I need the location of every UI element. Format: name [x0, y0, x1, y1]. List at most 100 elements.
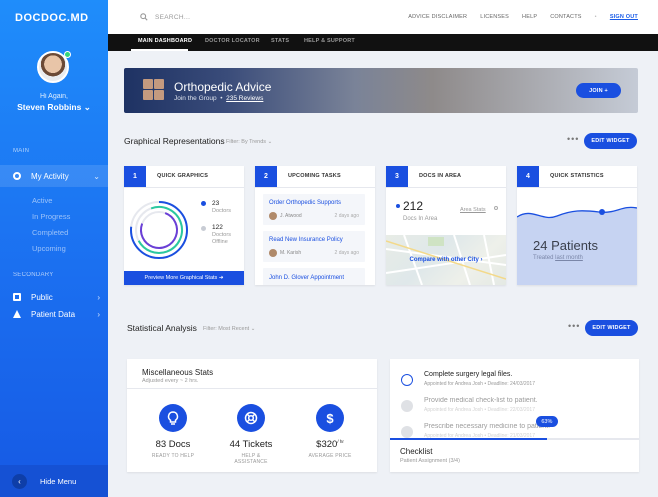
- last-month-link[interactable]: last month: [555, 255, 583, 261]
- chevron-down-icon: ⌄: [83, 102, 91, 112]
- link-contacts[interactable]: CONTACTS: [550, 14, 581, 20]
- nav-sub-active[interactable]: Active: [32, 196, 52, 205]
- offline-label-1: Doctors: [212, 232, 231, 238]
- quick-graphics-card: 1 QUICK GRAPHICS 23 Doctors 122 Doctors …: [124, 166, 244, 285]
- docs-label: Docs In Area: [403, 216, 438, 222]
- preview-stats-button[interactable]: Preview More Graphical Stats ➜: [124, 271, 244, 285]
- more-options-icon[interactable]: •••: [568, 321, 580, 331]
- arrow-right-icon: ➜: [218, 275, 224, 281]
- stat-value: 44 Tickets: [229, 439, 273, 450]
- task-item[interactable]: Order Orthopedic Supports J. Atwood 2 da…: [263, 194, 365, 225]
- card-number: 1: [124, 166, 146, 187]
- nav-sub-in-progress[interactable]: In Progress: [32, 212, 70, 221]
- card-number: 2: [255, 166, 277, 187]
- treated-prefix: Treated: [533, 255, 554, 261]
- dollar-icon: $: [316, 404, 344, 432]
- graphical-filter-dropdown[interactable]: Filter: By Trends ⌄: [226, 139, 272, 145]
- card-number: 3: [386, 166, 408, 187]
- task-assignee: J. Atwood: [280, 213, 302, 219]
- divider: [127, 388, 377, 389]
- compare-label: Compare with other City: [409, 257, 479, 263]
- patients-count: 24 Patients: [533, 238, 599, 253]
- chevron-left-icon: ‹: [12, 473, 27, 489]
- compare-city-link[interactable]: Compare with other City ›: [386, 257, 506, 263]
- divider: [124, 187, 244, 188]
- hide-menu-button[interactable]: ‹ Hide Menu: [0, 465, 108, 497]
- section-label-secondary: SECONDARY: [13, 272, 54, 278]
- legend-dot-offline: [201, 226, 206, 231]
- checklist-item[interactable]: Prescribe necessary medicine to patient.…: [390, 411, 639, 439]
- nav-label: Public: [31, 292, 53, 302]
- group-avatars: [143, 79, 165, 100]
- online-status-dot: [64, 51, 71, 58]
- edit-widget-button[interactable]: EDIT WIDGET: [584, 133, 637, 149]
- task-assignee: M. Karish: [280, 250, 302, 256]
- nav-label: Patient Data: [31, 309, 76, 319]
- card-number: 4: [517, 166, 539, 187]
- chevron-down-icon: ⌄: [267, 139, 273, 145]
- tab-stats[interactable]: STATS: [271, 38, 289, 44]
- nav-patient-data[interactable]: Patient Data ›: [0, 303, 108, 325]
- area-map[interactable]: Compare with other City ›: [386, 235, 506, 285]
- reviews-link[interactable]: 235 Reviews: [226, 95, 263, 102]
- separator-dot: •: [594, 14, 597, 20]
- price-unit: / hr: [337, 439, 344, 444]
- misc-subtitle: Adjusted every ~ 2 hrs.: [142, 378, 199, 384]
- task-item[interactable]: Read New Insurance Policy M. Karish 2 da…: [263, 231, 365, 262]
- divider: [386, 187, 506, 188]
- checkmark-icon[interactable]: [401, 426, 413, 438]
- greeting-text: Hi Again,: [39, 93, 69, 100]
- assignee-avatar: [269, 249, 277, 257]
- checklist-card: Complete surgery legal files. Appointed …: [390, 359, 639, 472]
- stat-value: 83 Docs: [155, 439, 191, 450]
- link-licenses[interactable]: LICENSES: [480, 14, 509, 20]
- triangle-icon: [13, 310, 21, 318]
- item-text: Provide medical check-list to patient.: [424, 397, 538, 404]
- doctors-label: Doctors: [212, 208, 231, 214]
- section-title-graphical: Graphical Representations: [124, 136, 225, 146]
- tab-main-dashboard[interactable]: MAIN DASHBOARD: [138, 38, 192, 44]
- task-item[interactable]: John D. Glover Appointment: [263, 268, 365, 285]
- top-bar: SEARCH... ADVICE DISCLAIMER LICENSES HEL…: [108, 0, 658, 34]
- link-help[interactable]: HELP: [522, 14, 537, 20]
- tab-doctor-locator[interactable]: DOCTOR LOCATOR: [205, 38, 260, 44]
- checkbox-icon[interactable]: [401, 374, 413, 386]
- nav-my-activity[interactable]: My Activity ⌄: [0, 165, 108, 187]
- treated-text: Treated last month: [533, 255, 583, 261]
- link-advice-disclaimer[interactable]: ADVICE DISCLAIMER: [408, 14, 467, 20]
- tab-help-support[interactable]: HELP & SUPPORT: [304, 38, 355, 44]
- user-name-dropdown[interactable]: Steven Robbins ⌄: [0, 102, 108, 113]
- sign-out-link[interactable]: SIGN OUT: [610, 14, 638, 20]
- item-text: Complete surgery legal files.: [424, 371, 513, 378]
- progress-badge: 63%: [535, 416, 558, 427]
- lifebuoy-icon: [237, 404, 265, 432]
- divider: [255, 187, 375, 188]
- more-options-icon[interactable]: •••: [567, 134, 579, 144]
- checklist-item[interactable]: Complete surgery legal files. Appointed …: [390, 359, 639, 389]
- nav-sub-upcoming[interactable]: Upcoming: [32, 244, 66, 253]
- doctors-count: 23: [212, 200, 220, 207]
- info-icon[interactable]: [494, 206, 498, 210]
- preview-stats-label: Preview More Graphical Stats: [144, 275, 218, 281]
- join-group-text: Join the Group: [174, 95, 217, 102]
- app-logo[interactable]: DOCDOC.MD: [15, 12, 89, 24]
- statistical-filter-dropdown[interactable]: Filter: Most Recent ⌄: [203, 326, 255, 332]
- divider: [517, 187, 637, 188]
- search-input[interactable]: SEARCH...: [140, 13, 190, 21]
- search-icon: [140, 13, 148, 21]
- item-text: Prescribe necessary medicine to patient.: [424, 423, 551, 430]
- hide-menu-label: Hide Menu: [40, 476, 77, 486]
- card-title: UPCOMING TASKS: [288, 173, 341, 179]
- doctors-ring-chart: [130, 201, 188, 259]
- checklist-subtitle: Patient Assignment (3/4): [400, 458, 460, 464]
- nav-sub-completed[interactable]: Completed: [32, 228, 68, 237]
- card-title: QUICK GRAPHICS: [157, 173, 209, 179]
- stat-label: READY TO HELP: [151, 453, 195, 459]
- join-button[interactable]: JOIN +: [576, 83, 621, 98]
- stat-tickets: 44 Tickets HELP & ASSISTANCE: [227, 404, 275, 465]
- active-tab-indicator: [131, 49, 188, 51]
- area-stats-link[interactable]: Area Stats: [460, 207, 486, 213]
- edit-widget-button[interactable]: EDIT WIDGET: [585, 320, 638, 336]
- checklist-item[interactable]: Provide medical check-list to patient. A…: [390, 389, 639, 413]
- sidebar: DOCDOC.MD Hi Again, Steven Robbins ⌄ MAI…: [0, 0, 108, 497]
